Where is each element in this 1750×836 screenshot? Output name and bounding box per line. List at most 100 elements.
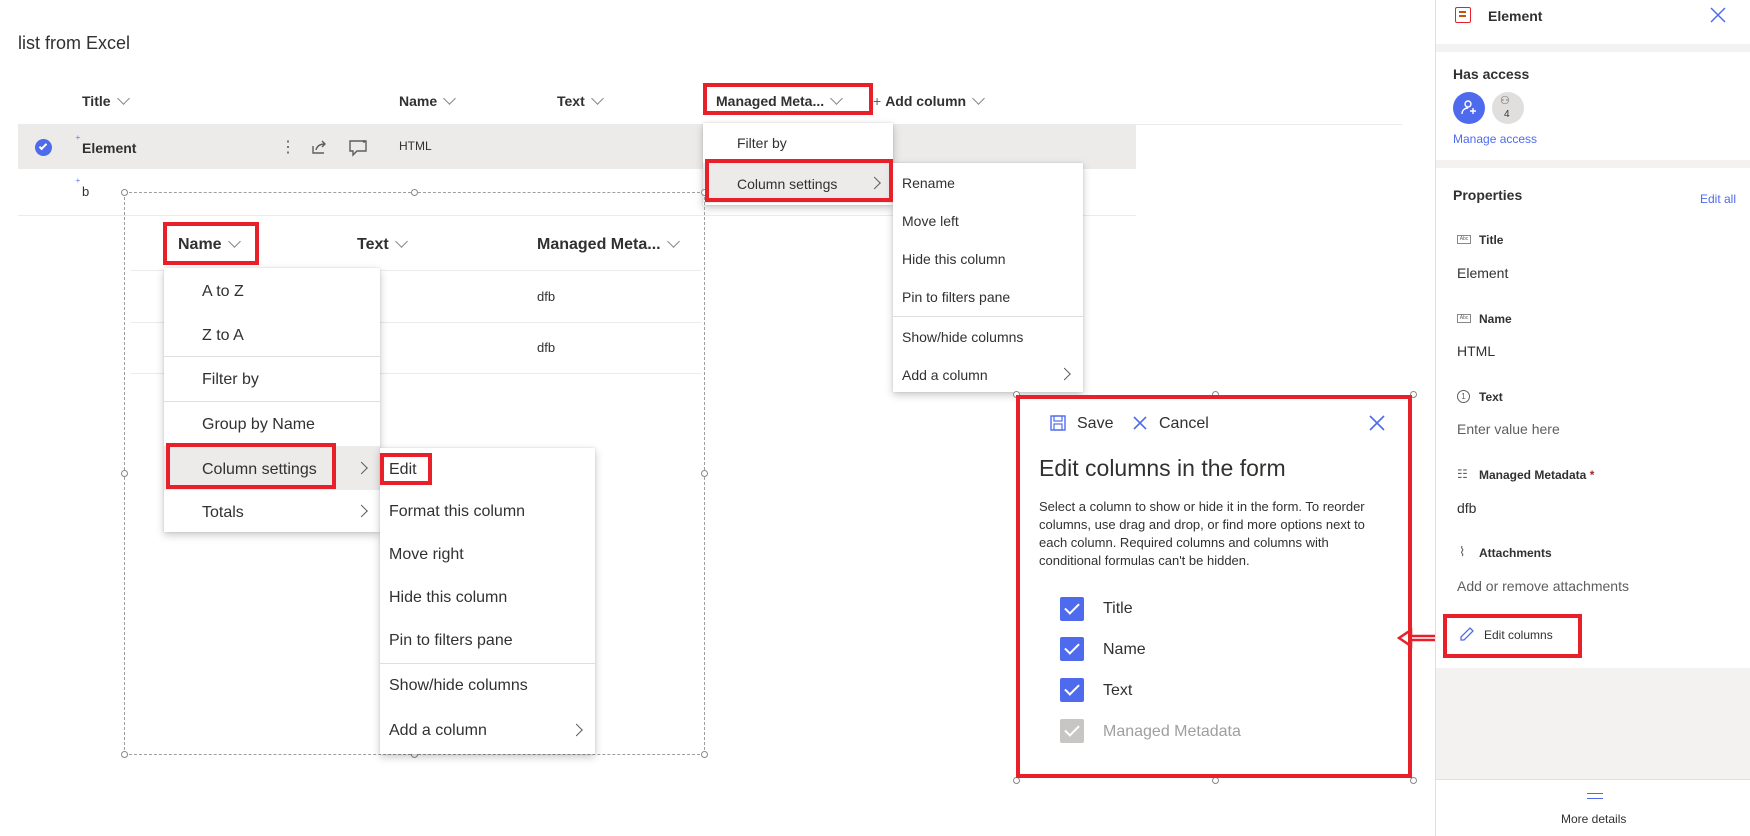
- column-label-text: Text: [1103, 682, 1133, 699]
- resize-handle[interactable]: [701, 751, 708, 758]
- checkbox-text[interactable]: [1060, 678, 1084, 702]
- more-details-link[interactable]: More details: [1561, 812, 1626, 826]
- resize-handle[interactable]: [121, 751, 128, 758]
- chevron-down-icon: [972, 92, 985, 105]
- menu-item-show-hide-columns[interactable]: Show/hide columns: [893, 317, 1083, 355]
- menu-item-add-column[interactable]: Add a column: [893, 355, 1083, 393]
- menu-item-hide-column[interactable]: Hide this column: [893, 239, 1083, 277]
- resize-handle[interactable]: [1410, 391, 1417, 398]
- save-button[interactable]: Save: [1077, 415, 1113, 433]
- resize-handle[interactable]: [1212, 391, 1219, 398]
- add-attachments-link[interactable]: Add or remove attachments: [1457, 578, 1629, 594]
- inner-column-header-managed[interactable]: Managed Meta...: [537, 235, 680, 254]
- column-header-name[interactable]: Name: [399, 92, 457, 109]
- menu-item-show-hide-columns[interactable]: Show/hide columns: [380, 664, 595, 708]
- resize-handle[interactable]: [411, 189, 418, 196]
- close-icon[interactable]: [1369, 415, 1385, 431]
- managed-metadata-column-menu: Filter by Column settings: [703, 123, 893, 205]
- resize-handle[interactable]: [121, 189, 128, 196]
- comment-icon[interactable]: [348, 139, 368, 157]
- row-name-cell: HTML: [399, 139, 432, 153]
- menu-item-format-column[interactable]: Format this column: [380, 489, 595, 533]
- inner-column-header-name[interactable]: Name: [178, 235, 241, 254]
- cancel-button[interactable]: Cancel: [1159, 415, 1209, 433]
- save-icon: [1050, 415, 1066, 431]
- inner-column-header-text[interactable]: Text: [357, 235, 408, 254]
- add-column-button[interactable]: + Add column: [873, 92, 985, 109]
- group-access-avatar[interactable]: ⚇ 4: [1492, 92, 1524, 124]
- text-field-icon: Abc: [1457, 235, 1471, 244]
- row-title-link[interactable]: b: [82, 184, 89, 199]
- menu-item-filter-by[interactable]: Filter by: [703, 123, 893, 159]
- menu-item-move-right[interactable]: Move right: [380, 533, 595, 576]
- chevron-down-icon: [394, 235, 408, 248]
- checkbox-managed-metadata: [1060, 719, 1084, 743]
- menu-item-group-by-name[interactable]: Group by Name: [164, 402, 380, 446]
- share-icon[interactable]: [310, 138, 328, 156]
- properties-heading: Properties: [1453, 187, 1523, 203]
- inner-cell-managed: dfb: [537, 340, 556, 355]
- managed-metadata-icon: ☷: [1457, 467, 1468, 481]
- name-column-settings-submenu: Edit Format this column Move right Hide …: [380, 448, 595, 754]
- resize-handle[interactable]: [1013, 391, 1020, 398]
- edit-columns-button[interactable]: Edit columns: [1484, 628, 1553, 642]
- panel-item-title: Element: [1488, 8, 1543, 24]
- resize-handle[interactable]: [1212, 777, 1219, 784]
- managed-metadata-column-settings-submenu: Rename Move left Hide this column Pin to…: [893, 163, 1083, 392]
- edit-pencil-icon: [1460, 627, 1474, 641]
- text-field-icon: Abc: [1457, 314, 1471, 323]
- menu-item-rename[interactable]: Rename: [893, 163, 1083, 201]
- checkbox-name[interactable]: [1060, 637, 1084, 661]
- resize-handle[interactable]: [701, 470, 708, 477]
- name-column-menu: A to Z Z to A Filter by Group by Name Co…: [164, 268, 380, 532]
- checkbox-title[interactable]: [1060, 597, 1084, 621]
- plus-icon: +: [873, 93, 882, 109]
- property-value-name[interactable]: HTML: [1457, 343, 1495, 359]
- chevron-down-icon: [590, 92, 604, 105]
- column-label-title: Title: [1103, 600, 1133, 617]
- resize-handle[interactable]: [1410, 777, 1417, 784]
- property-value-title[interactable]: Element: [1457, 265, 1508, 281]
- list-item-icon: [1455, 7, 1471, 23]
- resize-handle[interactable]: [701, 189, 708, 196]
- menu-item-totals[interactable]: Totals: [164, 490, 380, 532]
- more-actions-icon[interactable]: ⋮: [280, 137, 296, 157]
- property-value-managed-metadata[interactable]: dfb: [1457, 500, 1476, 516]
- cancel-icon: [1133, 416, 1147, 430]
- property-label-name: Name: [1479, 312, 1512, 326]
- user-access-avatar[interactable]: [1453, 92, 1485, 124]
- menu-item-edit[interactable]: Edit: [380, 448, 595, 488]
- menu-item-pin-to-filters[interactable]: Pin to filters pane: [380, 619, 595, 662]
- column-header-title[interactable]: Title: [82, 92, 130, 109]
- menu-item-hide-column[interactable]: Hide this column: [380, 576, 595, 619]
- column-header-text[interactable]: Text: [557, 92, 604, 109]
- menu-item-z-to-a[interactable]: Z to A: [164, 312, 380, 356]
- row-selected-check-icon[interactable]: [35, 139, 52, 156]
- property-label-text: Text: [1479, 390, 1503, 404]
- new-item-sparkle-icon: ⁺: [75, 134, 81, 146]
- column-label-managed-metadata: Managed Metadata: [1103, 723, 1241, 740]
- menu-item-pin-to-filters[interactable]: Pin to filters pane: [893, 277, 1083, 315]
- menu-item-a-to-z[interactable]: A to Z: [164, 268, 380, 312]
- person-add-icon: [1461, 100, 1476, 115]
- menu-item-filter-by[interactable]: Filter by: [164, 357, 380, 401]
- people-icon: ⚇: [1500, 95, 1510, 107]
- new-item-sparkle-icon: ⁺: [75, 177, 81, 189]
- chevron-right-icon: [868, 176, 881, 190]
- resize-handle[interactable]: [1013, 777, 1020, 784]
- menu-item-add-column[interactable]: Add a column: [380, 708, 595, 752]
- row-title-link[interactable]: Element: [82, 140, 136, 156]
- menu-item-column-settings[interactable]: Column settings: [164, 446, 380, 490]
- chevron-down-icon: [116, 92, 130, 105]
- chevron-right-icon: [1058, 367, 1071, 381]
- menu-item-column-settings[interactable]: Column settings: [703, 163, 893, 203]
- chevron-down-icon: [830, 92, 844, 105]
- property-input-text[interactable]: Enter value here: [1457, 421, 1560, 437]
- close-icon[interactable]: [1710, 7, 1726, 23]
- column-header-managed-metadata[interactable]: Managed Meta...: [716, 92, 844, 109]
- resize-handle[interactable]: [121, 470, 128, 477]
- manage-access-link[interactable]: Manage access: [1453, 132, 1537, 146]
- menu-item-move-left[interactable]: Move left: [893, 201, 1083, 239]
- more-details-icon: [1587, 793, 1603, 799]
- edit-all-link[interactable]: Edit all: [1700, 192, 1736, 206]
